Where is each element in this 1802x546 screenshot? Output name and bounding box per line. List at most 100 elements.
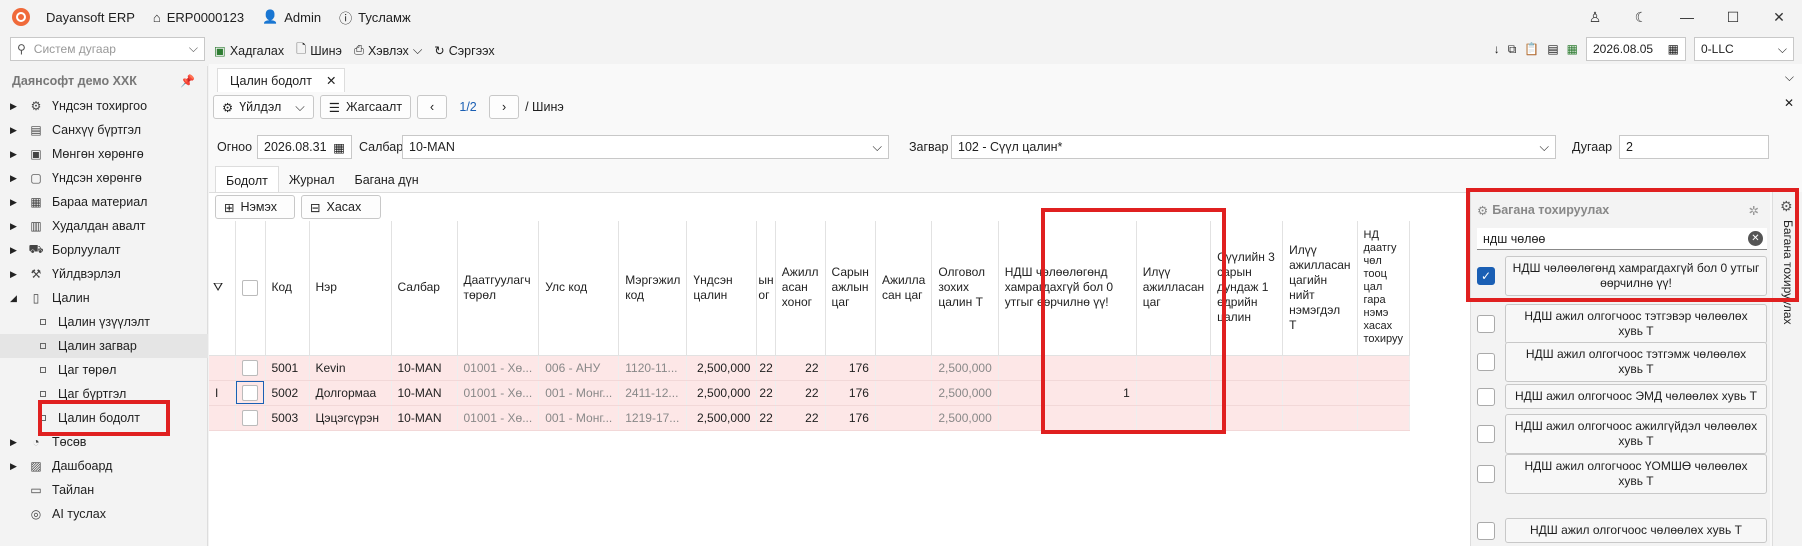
cell-code[interactable]: 5003 xyxy=(265,405,310,431)
cell-avg-daily-salary[interactable] xyxy=(1210,380,1284,406)
sidebar-item-purchase[interactable]: ▶ ▥ Худалдан авалт xyxy=(0,214,208,238)
sidebar-item-settings[interactable]: ▶ ⚙ Үндсэн тохиргоо xyxy=(0,94,208,118)
cell-branch[interactable]: 10-MAN xyxy=(391,405,458,431)
column-option-button[interactable]: НДШ ажил олгогчоос ҮОМШӨ чөлөөлөх хувь Т xyxy=(1505,454,1767,494)
home-doc-button[interactable]: ⌂ ERP0000123 xyxy=(153,10,244,25)
cell-month-hours[interactable]: 176 xyxy=(825,380,876,406)
cell-base-salary[interactable]: 2,500,000 xyxy=(686,355,758,381)
chevron-down-icon[interactable]: ⌵ xyxy=(1785,70,1794,85)
sidebar-item-payroll-template[interactable]: Цалин загвар xyxy=(0,334,208,358)
column-option-button[interactable]: НДШ ажил олгогчоос ЭМД чөлөөлөх хувь Т xyxy=(1505,384,1767,409)
tab-payroll-calc[interactable]: Цалин бодолт ✕ xyxy=(217,68,346,92)
col-header-worked-days[interactable]: Ажилл асан хоног xyxy=(775,221,826,356)
col-header-country-code[interactable]: Улс код xyxy=(538,221,620,356)
row-checkbox[interactable] xyxy=(241,359,258,376)
cell-avg-daily-salary[interactable] xyxy=(1210,405,1284,431)
column-search-input[interactable]: ндш чөлөө ✕ xyxy=(1477,228,1767,250)
cell-avg-daily-salary[interactable] xyxy=(1210,355,1284,381)
expand-arrow-icon[interactable]: ▶ xyxy=(10,221,24,232)
cell-country-code[interactable]: 001 - Монг... xyxy=(538,405,620,431)
expand-arrow-icon[interactable]: ▶ xyxy=(10,269,24,280)
sidebar-item-production[interactable]: ▶ ⚒ Үйлдвэрлэл xyxy=(0,262,208,286)
pin-icon[interactable]: 📌 xyxy=(180,74,195,88)
cell-profession-code[interactable]: 2411-12... xyxy=(618,380,688,406)
sidebar-item-inventory[interactable]: ▶ ▦ Бараа материал xyxy=(0,190,208,214)
select-all-checkbox[interactable] xyxy=(241,279,258,296)
sidebar-item-time-register[interactable]: Цаг бүртгэл xyxy=(0,382,208,406)
cell-profession-code[interactable]: 1219-17... xyxy=(618,405,688,431)
refresh-button[interactable]: ↻ Сэргээх xyxy=(434,40,494,61)
cell-worked-days[interactable]: 22 xyxy=(775,405,826,431)
paste-icon[interactable]: 📋 xyxy=(1524,42,1539,56)
cell-ndsh-adjust[interactable] xyxy=(1357,355,1411,381)
add-row-button[interactable]: ⊞ Нэмэх xyxy=(215,195,295,219)
cell-truncated[interactable]: 22 xyxy=(756,405,776,431)
minimize-button[interactable]: — xyxy=(1664,9,1710,25)
actions-dropdown[interactable]: ⚙ Үйлдэл ⌵ xyxy=(213,95,314,119)
cell-overtime-total[interactable] xyxy=(1282,380,1358,406)
cell-due-salary[interactable]: 2,500,000 xyxy=(931,355,999,381)
column-option[interactable]: НДШ ажил олгогчоос тэтгэмж чөлөөлөх хувь… xyxy=(1477,342,1767,382)
close-window-button[interactable]: ✕ xyxy=(1756,9,1802,26)
column-option-button[interactable]: НДШ ажил олгогчоос тэтгэмж чөлөөлөх хувь… xyxy=(1505,342,1767,382)
sidebar-item-dashboard[interactable]: ▶ ▨ Дашбоард xyxy=(0,454,208,478)
tab-calculation[interactable]: Бодолт xyxy=(215,166,279,194)
bank-icon[interactable]: ▦ xyxy=(1567,42,1578,56)
cell-worked-days[interactable]: 22 xyxy=(775,355,826,381)
col-header-due-salary[interactable]: Олговол зохих цалин Т xyxy=(931,221,999,356)
col-header-overtime-total[interactable]: Илүү ажилласан цагийн нийт нэмэгдэл Т xyxy=(1282,221,1358,356)
sidebar-item-time-type[interactable]: Цаг төрөл xyxy=(0,358,208,382)
cell-ndsh-exempt[interactable] xyxy=(998,355,1137,381)
sidebar-item-finance[interactable]: ▶ ▤ Санхүү бүртгэл xyxy=(0,118,208,142)
cell-month-hours[interactable]: 176 xyxy=(825,405,876,431)
column-option-button[interactable]: НДШ ажил олгогчоос тэтгэвэр чөлөөлөх хув… xyxy=(1505,304,1767,344)
work-date-field[interactable]: 2026.08.05 ▦ xyxy=(1586,37,1686,61)
cell-code[interactable]: 5001 xyxy=(265,355,310,381)
sidebar-item-budget[interactable]: ▶ ◔ Төсөв xyxy=(0,430,208,454)
prev-button[interactable]: ‹ xyxy=(417,95,448,119)
filter-icon[interactable]: ⛛ xyxy=(213,280,223,294)
cell-overtime-hours[interactable] xyxy=(1136,405,1212,431)
help-button[interactable]: ⓘ Тусламж xyxy=(339,8,411,27)
cell-ndsh-adjust[interactable] xyxy=(1357,405,1411,431)
cell-truncated[interactable]: 22 xyxy=(756,355,776,381)
cell-worked-days[interactable]: 22 xyxy=(775,380,826,406)
cell-country-code[interactable]: 006 - АНУ xyxy=(538,355,620,381)
cell-profession-code[interactable]: 1120-11... xyxy=(618,355,688,381)
row-select-cell[interactable] xyxy=(235,355,266,381)
cell-worked-hours[interactable] xyxy=(875,355,933,381)
close-all-icon[interactable]: ✕ xyxy=(1784,96,1794,110)
expand-arrow-icon[interactable]: ▶ xyxy=(10,125,24,136)
cell-insured-type[interactable]: 01001 - Хө... xyxy=(457,405,540,431)
cell-insured-type[interactable]: 01001 - Хө... xyxy=(457,380,540,406)
cell-country-code[interactable]: 001 - Монг... xyxy=(538,380,620,406)
cell-overtime-total[interactable] xyxy=(1282,355,1358,381)
number-field[interactable]: 2 xyxy=(1619,135,1769,159)
theme-moon-icon[interactable]: ☾ xyxy=(1618,9,1664,26)
col-header-avg-daily-salary[interactable]: Сүүлийн 3 сарын дундаж 1 өдрийн цалин xyxy=(1210,221,1284,356)
sidebar-item-report[interactable]: ▭ Тайлан xyxy=(0,478,208,502)
calendar-icon[interactable]: ▦ xyxy=(333,140,345,155)
row-select-cell[interactable] xyxy=(235,405,266,431)
cell-name[interactable]: Цэцэгсүрэн xyxy=(309,405,392,431)
sidebar-item-ai-assistant[interactable]: ◎ AI туслах xyxy=(0,502,208,526)
col-header-month-hours[interactable]: Сарын ажлын цаг xyxy=(825,221,876,356)
template-select[interactable]: 102 - Сүүл цалин* ⌵ xyxy=(951,135,1556,159)
date-field[interactable]: 2026.08.31 ▦ xyxy=(257,135,352,159)
cell-base-salary[interactable]: 2,500,000 xyxy=(686,405,758,431)
column-option-button[interactable]: НДШ чөлөөлөгөнд хамрагдахгүй бол 0 утгыг… xyxy=(1505,256,1767,296)
expand-arrow-icon[interactable]: ▶ xyxy=(10,173,24,184)
sidebar-item-payroll-indicator[interactable]: Цалин үзүүлэлт xyxy=(0,310,208,334)
expand-arrow-icon[interactable]: ▶ xyxy=(10,197,24,208)
table-row[interactable]: 5003 Цэцэгсүрэн 10-MAN 01001 - Хө... 001… xyxy=(209,405,1411,431)
column-option[interactable]: НДШ ажил олгогчоос ҮОМШӨ чөлөөлөх хувь Т xyxy=(1477,454,1767,494)
cell-ndsh-adjust[interactable] xyxy=(1357,380,1411,406)
column-settings-side-tab[interactable]: ⚙ Багана тохируулах xyxy=(1772,192,1802,546)
cell-worked-hours[interactable] xyxy=(875,405,933,431)
select-all-header[interactable] xyxy=(235,221,266,356)
col-header-profession-code[interactable]: Мэргэжил код xyxy=(618,221,688,356)
expand-arrow-icon[interactable]: ▶ xyxy=(10,149,24,160)
cell-truncated[interactable]: 22 xyxy=(756,380,776,406)
col-header-code[interactable]: Код xyxy=(265,221,310,356)
branch-select[interactable]: 10-MAN ⌵ xyxy=(402,135,889,159)
